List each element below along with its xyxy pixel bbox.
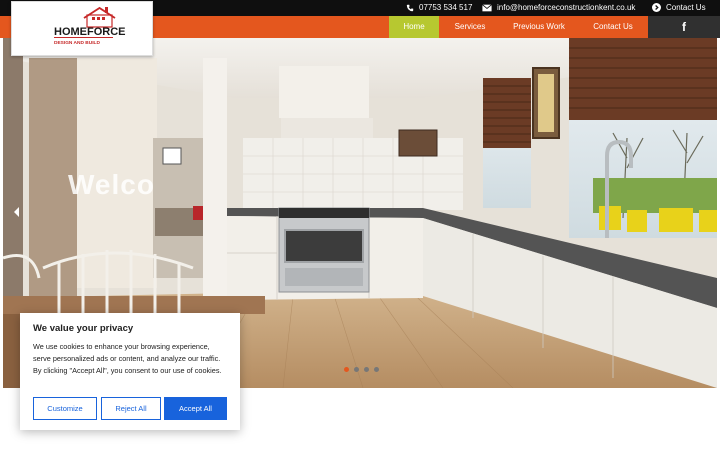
chevron-left-icon [14,207,19,217]
slider-dot-2[interactable] [354,367,359,372]
envelope-icon [482,3,492,11]
customize-button[interactable]: Customize [33,397,97,420]
slider-dot-4[interactable] [374,367,379,372]
nav-item-services[interactable]: Services [446,16,494,38]
site-logo[interactable]: HOMEFORCE DESIGN AND BUILD [11,1,153,56]
contact-link[interactable]: Contact Us [652,3,706,12]
nav-item-contact-us[interactable]: Contact Us [584,16,642,38]
logo-name: HOMEFORCE [54,26,126,38]
hero-heading: Welco [68,169,155,200]
accept-all-button[interactable]: Accept All [164,397,227,420]
nav-item-previous-work[interactable]: Previous Work [504,16,574,38]
phone-link[interactable]: 07753 534 517 [406,3,472,12]
cookie-text: We use cookies to enhance your browsing … [33,342,222,375]
logo-image: HOMEFORCE DESIGN AND BUILD [54,6,126,46]
facebook-icon: f [682,20,686,34]
slider-prev-arrow[interactable] [14,207,20,220]
phone-icon [406,4,414,11]
arrow-circle-icon [652,3,661,12]
email-address: info@homeforceconstructionkent.co.uk [497,3,636,12]
facebook-link[interactable]: f [648,16,720,38]
nav-item-home[interactable]: Home [389,16,439,38]
logo-tagline: DESIGN AND BUILD [54,40,100,46]
slider-dot-3[interactable] [364,367,369,372]
phone-number: 07753 534 517 [419,3,473,12]
reject-all-button[interactable]: Reject All [101,397,161,420]
slider-dots [344,367,379,372]
cookie-title: We value your privacy [33,323,134,334]
email-link[interactable]: info@homeforceconstructionkent.co.uk [482,3,635,12]
cookie-consent-banner: We value your privacy We use cookies to … [20,313,240,430]
slider-dot-1[interactable] [344,367,349,372]
contact-label: Contact Us [666,3,706,12]
